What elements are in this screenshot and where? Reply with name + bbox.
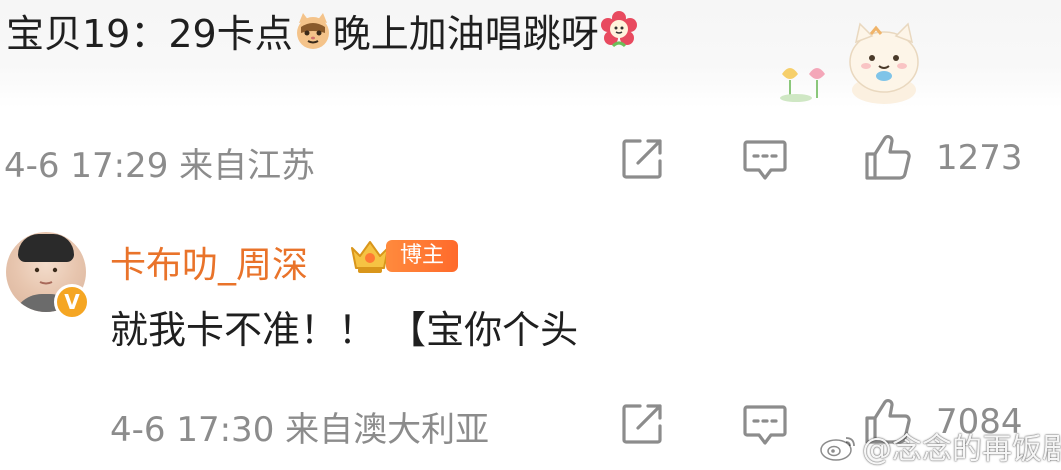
reply-comment-icon[interactable] bbox=[741, 403, 789, 451]
reply-username[interactable]: 卡布叻_周深 bbox=[110, 236, 308, 288]
watermark-text: @念念的再饭剧 bbox=[862, 432, 1061, 467]
reply-location: 来自澳大利亚 bbox=[285, 410, 490, 450]
comment-text-part2: 晚上加油唱跳呀 bbox=[332, 12, 599, 56]
reply-date: 4-6 17:30 bbox=[110, 410, 275, 450]
cat-emoji-icon bbox=[293, 11, 333, 62]
comment-icon[interactable] bbox=[741, 138, 789, 186]
comment-date: 4-6 17:29 bbox=[4, 146, 169, 186]
like-icon[interactable] bbox=[863, 134, 913, 186]
reply-share-icon[interactable] bbox=[620, 402, 664, 450]
flower-emoji-icon bbox=[599, 10, 639, 63]
reply-meta: 4-6 17:30 来自澳大利亚 bbox=[110, 402, 489, 451]
like-count: 1273 bbox=[936, 138, 1023, 178]
share-icon[interactable] bbox=[620, 137, 664, 185]
blogger-tag: 博主 bbox=[386, 240, 458, 272]
comment-text-part1: 宝贝19：29卡点 bbox=[6, 12, 293, 56]
reply-text: 就我卡不准！！ 【宝你个头 bbox=[110, 308, 579, 352]
comment-location: 来自江苏 bbox=[179, 146, 316, 186]
watermark: @念念的再饭剧 bbox=[818, 424, 1061, 470]
verified-badge-icon: V bbox=[54, 284, 90, 320]
cat-sticker-icon bbox=[776, 18, 926, 110]
comment-text: 宝贝19：29卡点 晚上加油唱跳呀 bbox=[6, 10, 639, 63]
weibo-logo-icon bbox=[818, 432, 858, 470]
comment-meta: 4-6 17:29 来自江苏 bbox=[4, 138, 315, 187]
